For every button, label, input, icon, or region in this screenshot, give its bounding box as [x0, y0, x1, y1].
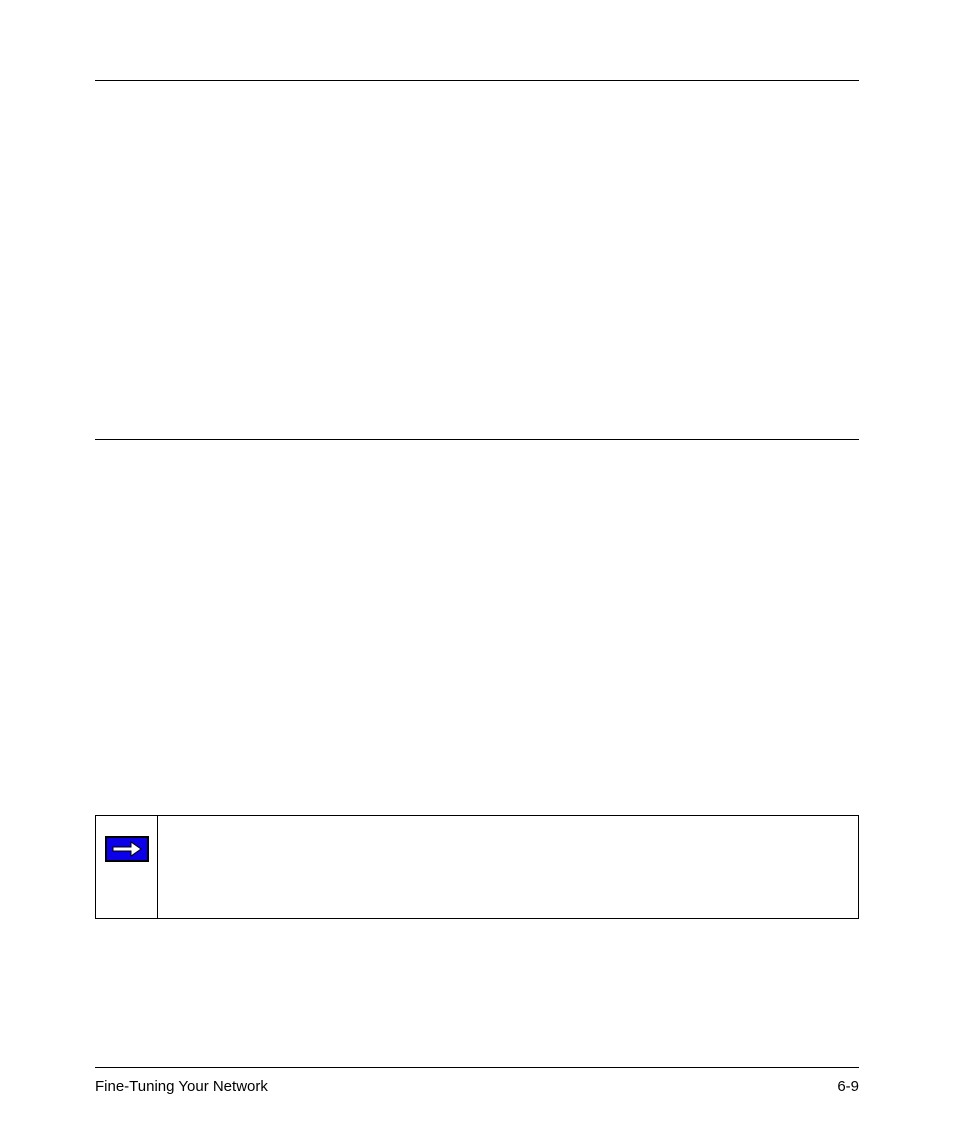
page-footer: Fine-Tuning Your Network 6-9	[95, 1067, 859, 1095]
footer-section-title: Fine-Tuning Your Network	[95, 1078, 268, 1095]
header-rule	[95, 80, 859, 81]
note-callout-box	[95, 815, 859, 919]
footer-rule	[95, 1067, 859, 1068]
note-icon-cell	[96, 816, 158, 918]
note-content	[158, 816, 858, 918]
arrow-right-icon	[105, 836, 149, 862]
section-divider	[95, 439, 859, 440]
footer-page-number: 6-9	[837, 1078, 859, 1095]
footer-text-row: Fine-Tuning Your Network 6-9	[95, 1078, 859, 1095]
content-area	[95, 439, 859, 919]
